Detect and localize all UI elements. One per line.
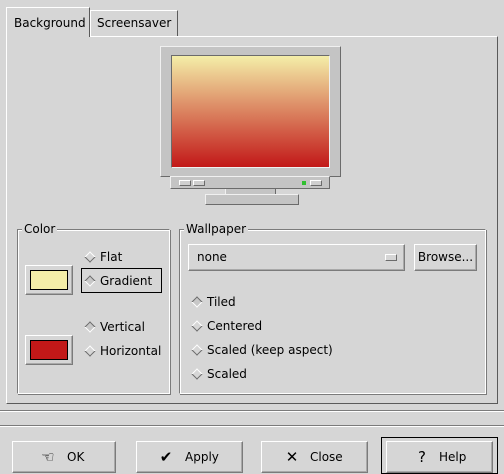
radio-scaled[interactable]: Scaled bbox=[191, 365, 247, 383]
ok-button[interactable]: ☜ OK bbox=[12, 441, 116, 473]
wallpaper-select[interactable]: none bbox=[188, 244, 405, 271]
radio-tiled[interactable]: Tiled bbox=[191, 293, 236, 311]
browse-button[interactable]: Browse... bbox=[414, 244, 477, 271]
option-menu-indicator-icon bbox=[385, 254, 397, 261]
wallpaper-group-title: Wallpaper bbox=[184, 222, 249, 236]
help-button[interactable]: ? Help bbox=[386, 441, 493, 473]
monitor-base bbox=[170, 176, 330, 189]
primary-color-swatch bbox=[30, 270, 68, 290]
separator bbox=[0, 425, 504, 427]
close-button[interactable]: ✕ Close bbox=[261, 441, 368, 473]
radio-indicator-icon bbox=[84, 345, 96, 357]
browse-button-label: Browse... bbox=[417, 250, 474, 264]
monitor-preview bbox=[160, 46, 341, 177]
radio-indicator-icon bbox=[84, 275, 96, 287]
help-question-icon: ? bbox=[418, 448, 426, 466]
tab-screensaver-label: Screensaver bbox=[97, 16, 172, 30]
tab-screensaver[interactable]: Screensaver bbox=[90, 10, 178, 36]
power-led-icon bbox=[302, 181, 306, 185]
background-preview-screen bbox=[171, 55, 330, 168]
separator bbox=[0, 410, 504, 412]
radio-scaled-keep-aspect-label: Scaled (keep aspect) bbox=[207, 343, 333, 357]
check-icon: ✔ bbox=[159, 448, 173, 466]
help-button-label: Help bbox=[439, 450, 467, 464]
radio-indicator-icon bbox=[84, 251, 96, 263]
radio-horizontal[interactable]: Horizontal bbox=[84, 342, 162, 360]
close-button-label: Close bbox=[310, 450, 343, 464]
radio-tiled-label: Tiled bbox=[207, 295, 236, 309]
ok-hand-icon: ☜ bbox=[41, 448, 55, 466]
radio-horizontal-label: Horizontal bbox=[100, 344, 162, 358]
radio-gradient[interactable]: Gradient bbox=[84, 272, 153, 290]
monitor-button-icon bbox=[179, 180, 191, 186]
close-icon: ✕ bbox=[285, 448, 299, 466]
wallpaper-select-value: none bbox=[197, 250, 227, 264]
radio-indicator-icon bbox=[191, 296, 203, 308]
tab-background[interactable]: Background bbox=[6, 7, 90, 37]
apply-button[interactable]: ✔ Apply bbox=[136, 441, 243, 473]
radio-vertical-label: Vertical bbox=[100, 320, 145, 334]
color-group-title: Color bbox=[22, 222, 58, 236]
secondary-color-button[interactable] bbox=[25, 335, 73, 365]
radio-indicator-icon bbox=[191, 368, 203, 380]
radio-scaled-keep-aspect[interactable]: Scaled (keep aspect) bbox=[191, 341, 333, 359]
radio-flat-label: Flat bbox=[100, 250, 123, 264]
ok-button-label: OK bbox=[67, 450, 85, 464]
primary-color-button[interactable] bbox=[25, 265, 73, 295]
monitor-stand-foot bbox=[205, 194, 299, 205]
monitor-button-icon bbox=[310, 180, 322, 186]
radio-scaled-label: Scaled bbox=[207, 367, 247, 381]
secondary-color-swatch bbox=[30, 340, 68, 360]
monitor-button-icon bbox=[193, 180, 205, 186]
radio-indicator-icon bbox=[191, 344, 203, 356]
radio-centered-label: Centered bbox=[207, 319, 263, 333]
radio-gradient-label: Gradient bbox=[100, 274, 153, 288]
apply-button-label: Apply bbox=[185, 450, 219, 464]
radio-flat[interactable]: Flat bbox=[84, 248, 123, 266]
radio-vertical[interactable]: Vertical bbox=[84, 318, 145, 336]
radio-indicator-icon bbox=[191, 320, 203, 332]
radio-indicator-icon bbox=[84, 321, 96, 333]
tab-background-label: Background bbox=[14, 16, 86, 30]
radio-centered[interactable]: Centered bbox=[191, 317, 263, 335]
